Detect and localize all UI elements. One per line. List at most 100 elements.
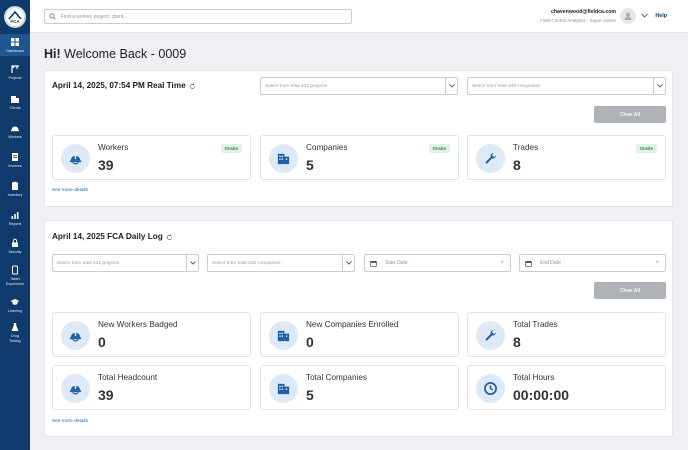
- chevron-down-icon: [448, 84, 455, 88]
- clear-all-button[interactable]: Clear All: [594, 282, 666, 299]
- dropdown-toggle[interactable]: [445, 78, 457, 94]
- sidebar-item-label: Security: [8, 250, 22, 254]
- stat-card-new-companies: New Companies Enrolled 0: [260, 312, 459, 357]
- stat-value: 39: [98, 387, 114, 403]
- stat-icon-wrap: [476, 144, 505, 173]
- company-select-placeholder: Select from total 345 companies: [472, 83, 541, 89]
- hardhat-icon: [69, 332, 82, 342]
- search-input[interactable]: [61, 13, 341, 20]
- stat-label: Total Trades: [513, 320, 558, 329]
- hardhat-icon: [11, 126, 19, 132]
- end-date-placeholder: End Date: [540, 260, 561, 266]
- sidebar-item-label: Inventory: [7, 193, 23, 197]
- stat-label: Total Companies: [306, 373, 367, 382]
- sidebar-item-learning[interactable]: Learning: [0, 297, 30, 314]
- stat-card-trades: Trades 8 Onsite: [467, 135, 666, 180]
- dropdown-toggle[interactable]: [653, 78, 665, 94]
- sidebar-item-workers[interactable]: Workers: [0, 123, 30, 140]
- lock-icon: [12, 238, 18, 247]
- dropdown-toggle[interactable]: [342, 255, 354, 271]
- stat-card-companies: Companies 5 Onsite: [260, 135, 459, 180]
- chevron-down-icon: [656, 84, 663, 88]
- status-badge: Onsite: [635, 144, 657, 153]
- stat-label: Trades: [513, 143, 539, 152]
- graduation-cap-icon: [10, 299, 20, 305]
- realtime-title: April 14, 2025, 07:54 PM Real Time: [52, 81, 186, 90]
- start-date-field[interactable]: Start Date ×: [364, 254, 511, 272]
- daily-log-card: April 14, 2025 FCA Daily Log Select from…: [44, 220, 673, 437]
- stat-label: Total Headcount: [98, 373, 158, 382]
- stat-label: New Workers Badged: [98, 320, 178, 329]
- clear-all-button[interactable]: Clear All: [594, 106, 666, 123]
- company-select[interactable]: Select from total 345 companies: [467, 77, 666, 95]
- see-more-link[interactable]: See more details: [52, 419, 88, 424]
- project-select[interactable]: Select from total 231 projects: [52, 254, 199, 272]
- sidebar-item-reports[interactable]: Reports: [0, 210, 30, 227]
- project-select[interactable]: Select from total 231 projects: [260, 77, 458, 95]
- invoice-icon: [12, 153, 18, 161]
- greeting: Hi!: [44, 47, 61, 61]
- sidebar-item-label-2: Testing: [9, 338, 21, 343]
- project-select-placeholder: Select from total 231 projects: [265, 83, 328, 89]
- user-role: Field Control Analytics - Super Admin: [540, 18, 616, 23]
- stat-card-total-trades: Total Trades 8: [467, 312, 666, 357]
- building-icon: [11, 96, 19, 103]
- sidebar-item-invoices[interactable]: Invoices: [0, 152, 30, 169]
- stat-label: Companies: [306, 143, 348, 152]
- stat-icon-wrap: [269, 144, 298, 173]
- sidebar-item-drug-testing[interactable]: Drug Testing: [0, 322, 30, 343]
- sidebar-item-inventory[interactable]: Inventory: [0, 181, 30, 198]
- sidebar-item-label: Workers: [8, 135, 22, 139]
- help-link[interactable]: Help: [655, 13, 667, 19]
- hardhat-icon: [69, 385, 82, 395]
- sidebar-item-security[interactable]: Security: [0, 238, 30, 255]
- stat-icon-wrap: [269, 374, 298, 403]
- chevron-down-icon[interactable]: [641, 13, 648, 18]
- chevron-down-icon: [189, 261, 196, 265]
- chevron-down-icon: [345, 261, 352, 265]
- sidebar-item-projects[interactable]: Projects: [0, 64, 30, 81]
- sidebar-item-label: Reports: [8, 222, 22, 226]
- wrench-icon: [485, 329, 497, 341]
- clock-icon: [484, 382, 497, 395]
- refresh-icon[interactable]: [166, 234, 173, 241]
- hardhat-icon: [69, 155, 82, 165]
- stat-card-total-headcount: Total Headcount 39: [52, 365, 251, 410]
- search-icon: [49, 13, 56, 20]
- clipboard-icon: [12, 181, 18, 190]
- dropdown-toggle[interactable]: [186, 255, 198, 271]
- project-select-placeholder: Select from total 231 projects: [57, 260, 120, 266]
- stat-icon-wrap: [269, 321, 298, 350]
- clear-icon[interactable]: ×: [500, 260, 504, 266]
- stat-value: 0: [306, 334, 314, 350]
- daily-log-title: April 14, 2025 FCA Daily Log: [52, 232, 163, 241]
- stat-label: New Companies Enrolled: [306, 320, 399, 329]
- stat-value: 8: [513, 157, 521, 173]
- search-box[interactable]: [44, 9, 352, 24]
- sidebar-item-label-2: Experience: [6, 281, 24, 286]
- sidebar-item-clients[interactable]: Clients: [0, 94, 30, 111]
- topbar: chavenwood@fieldca.com Field Control Ana…: [30, 0, 688, 33]
- stat-value: 0: [98, 334, 106, 350]
- status-badge: Onsite: [428, 144, 450, 153]
- stat-value: 00:00:00: [513, 387, 570, 403]
- tablet-icon: [12, 265, 18, 275]
- stat-icon-wrap: [476, 321, 505, 350]
- welcome-message: Welcome Back - 0009: [64, 47, 187, 61]
- clear-icon[interactable]: ×: [655, 260, 659, 266]
- stat-card-workers: Workers 39 Onsite: [52, 135, 251, 180]
- sidebar-item-tablet-experience[interactable]: Tablet Experience: [0, 265, 30, 286]
- user-info: chavenwood@fieldca.com Field Control Ana…: [540, 9, 616, 23]
- see-more-link[interactable]: See more details: [52, 188, 88, 193]
- stat-label: Total Hours: [513, 373, 555, 382]
- company-select[interactable]: Select from total 345 companies: [207, 254, 355, 272]
- end-date-field[interactable]: End Date ×: [519, 254, 666, 272]
- stat-card-total-hours: Total Hours 00:00:00: [467, 365, 666, 410]
- stat-icon-wrap: [476, 374, 505, 403]
- fca-logo[interactable]: FCA: [4, 6, 26, 28]
- refresh-icon[interactable]: [189, 83, 196, 90]
- bar-chart-icon: [11, 212, 19, 219]
- sidebar-item-dashboard[interactable]: Dashboard: [0, 34, 30, 56]
- avatar[interactable]: [620, 8, 636, 24]
- stat-card-total-companies: Total Companies 5: [260, 365, 459, 410]
